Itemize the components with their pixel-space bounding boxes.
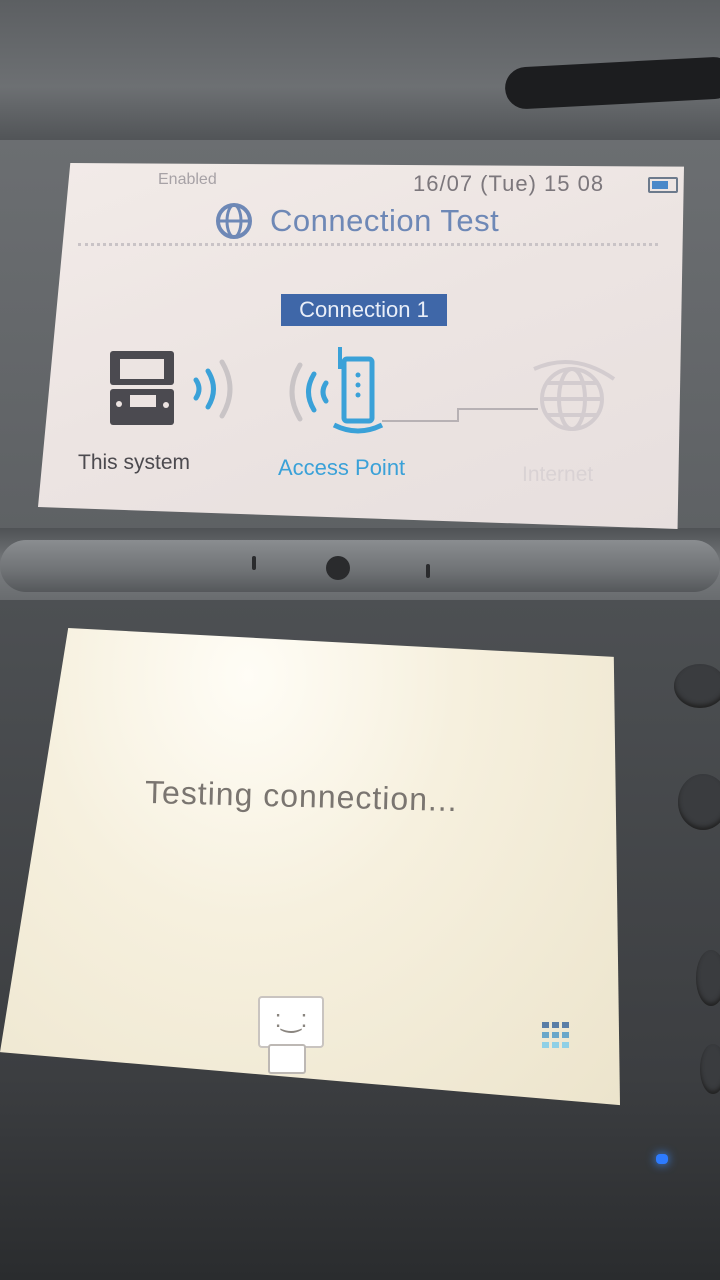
face-button-bottom[interactable] xyxy=(700,1044,720,1094)
ap-signal-waves-icon xyxy=(289,362,329,422)
speaker-hole-left xyxy=(252,556,256,570)
console-icon xyxy=(110,351,174,425)
mascot-head: :‿: xyxy=(258,996,324,1048)
router-icon xyxy=(332,347,384,434)
globe-icon xyxy=(533,359,616,431)
mascot-icon[interactable]: :‿: xyxy=(258,996,324,1086)
face-button-top[interactable] xyxy=(674,664,720,708)
face-button-lower[interactable] xyxy=(696,950,720,1006)
status-message: Testing connection... xyxy=(144,773,459,819)
face-button-middle[interactable] xyxy=(678,774,720,830)
node-label-system: This system xyxy=(78,451,191,474)
power-led xyxy=(656,1154,668,1164)
signal-waves-icon xyxy=(193,359,233,419)
mascot-body xyxy=(268,1044,306,1074)
hinge-bar xyxy=(0,540,720,592)
smile-face-icon: :‿: xyxy=(274,1006,308,1033)
grid-menu-icon[interactable] xyxy=(540,1018,580,1058)
speaker-hole-right xyxy=(426,564,430,578)
bottom-screen[interactable]: Testing connection... :‿: xyxy=(0,628,620,1106)
node-label-access-point: Access Point xyxy=(278,455,406,480)
top-screen: Enabled 16/07 (Tue) 15 08 Connection Tes… xyxy=(38,163,684,529)
camera-dot xyxy=(326,556,350,580)
node-label-internet: Internet xyxy=(522,463,594,486)
wire-line xyxy=(382,408,538,422)
